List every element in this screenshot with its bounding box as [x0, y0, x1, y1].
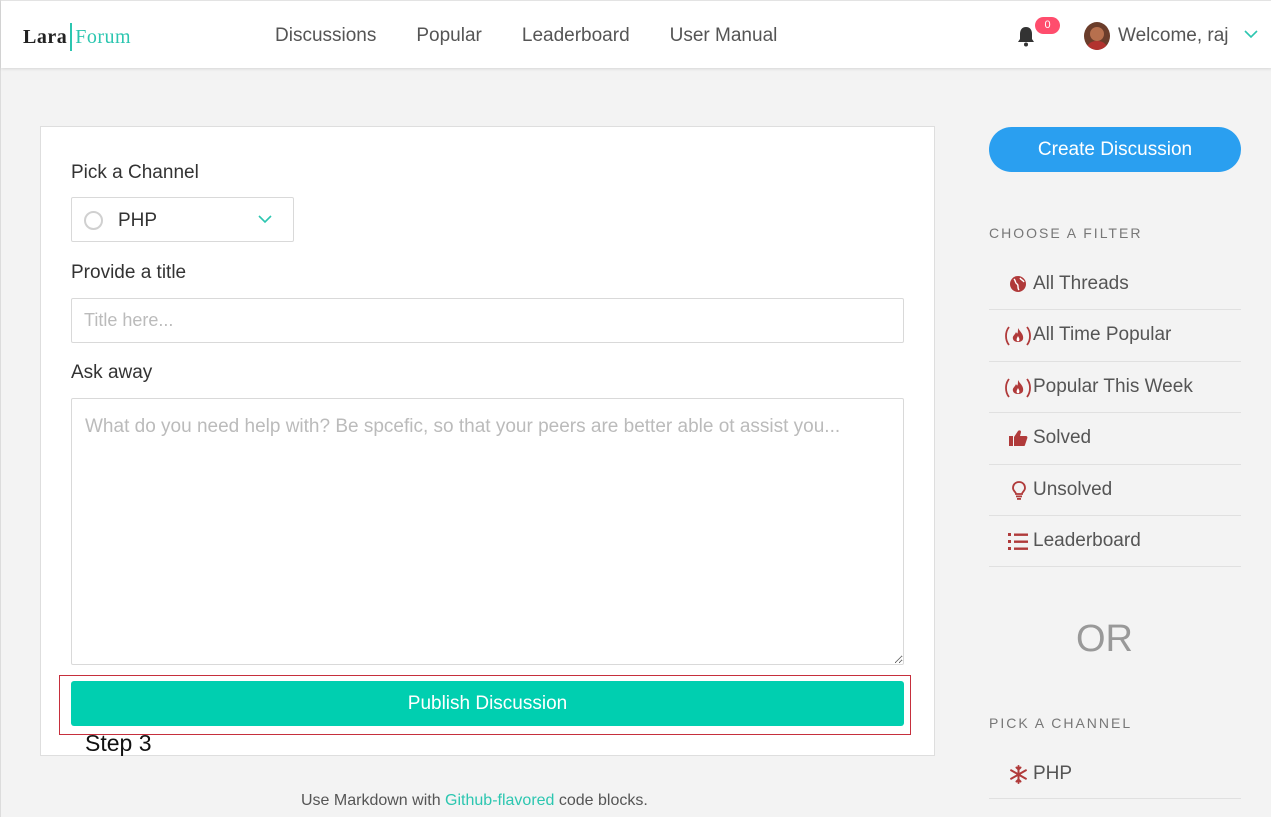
filter-label: Unsolved — [1033, 478, 1113, 500]
or-separator: OR — [1076, 618, 1133, 660]
filter-popular-this-week[interactable]: Popular This Week — [989, 362, 1241, 414]
nav-user-manual[interactable]: User Manual — [670, 25, 778, 47]
chevron-down-icon — [258, 215, 272, 224]
hint-suffix: code blocks. — [554, 792, 648, 809]
filter-label: All Time Popular — [1033, 324, 1172, 346]
title-label: Provide a title — [71, 262, 187, 283]
github-flavored-link[interactable]: Github-flavored — [445, 792, 554, 809]
publish-discussion-button[interactable]: Publish Discussion — [71, 681, 904, 726]
filter-section-title: CHOOSE A FILTER — [989, 225, 1143, 241]
brand-logo[interactable]: Lara Forum — [23, 23, 131, 51]
create-discussion-button[interactable]: Create Discussion — [989, 127, 1241, 172]
filter-label: Leaderboard — [1033, 529, 1141, 551]
chevron-down-icon[interactable] — [1244, 30, 1258, 39]
nav-leaderboard[interactable]: Leaderboard — [522, 25, 630, 47]
create-discussion-form: Pick a Channel PHP Provide a title Ask a… — [40, 126, 935, 756]
bell-icon[interactable] — [1016, 25, 1036, 47]
avatar-shirt — [1086, 41, 1108, 50]
fire-icon — [1005, 378, 1031, 398]
fire-icon — [1005, 326, 1031, 346]
avatar[interactable] — [1084, 22, 1110, 50]
body-label: Ask away — [71, 362, 153, 383]
main-nav: Discussions Popular Leaderboard User Man… — [275, 25, 817, 47]
nav-popular[interactable]: Popular — [416, 25, 482, 47]
title-input[interactable] — [71, 298, 904, 343]
welcome-text[interactable]: Welcome, raj — [1118, 25, 1229, 47]
filter-unsolved[interactable]: Unsolved — [989, 465, 1241, 516]
filter-list: All Threads All Time Popular Popular Thi… — [989, 259, 1241, 568]
hint-prefix: Use Markdown with — [301, 792, 446, 809]
loading-spinner-icon — [84, 211, 103, 230]
brand-part-2: Forum — [75, 25, 132, 48]
step-annotation: Step 3 — [85, 730, 152, 756]
channel-select-value: PHP — [118, 210, 158, 231]
channel-list: PHP — [989, 749, 1241, 799]
notification-badge: 0 — [1035, 17, 1060, 34]
filter-solved[interactable]: Solved — [989, 413, 1241, 465]
filter-label: Solved — [1033, 427, 1092, 449]
channel-select[interactable]: PHP — [71, 197, 294, 242]
channel-item-php[interactable]: PHP — [989, 749, 1241, 799]
top-navbar: Lara Forum Discussions Popular Leaderboa… — [1, 0, 1271, 68]
filter-all-time-popular[interactable]: All Time Popular — [989, 310, 1241, 362]
avatar-face — [1090, 27, 1104, 41]
list-ol-icon — [1008, 532, 1028, 550]
snowflake-icon — [1010, 765, 1027, 784]
channel-label: Pick a Channel — [71, 162, 199, 183]
body-textarea[interactable] — [71, 398, 904, 665]
thumbs-up-icon — [1009, 430, 1028, 447]
channel-section-title: PICK A CHANNEL — [989, 715, 1133, 731]
nav-discussions[interactable]: Discussions — [275, 25, 376, 47]
filter-all-threads[interactable]: All Threads — [989, 259, 1241, 311]
markdown-hint: Use Markdown with Github-flavored code b… — [301, 792, 648, 810]
brand-part-1: Lara — [23, 25, 68, 48]
filter-leaderboard[interactable]: Leaderboard — [989, 516, 1241, 568]
globe-icon — [1010, 276, 1026, 292]
filter-label: Popular This Week — [1033, 375, 1193, 397]
lightbulb-icon — [1012, 480, 1026, 500]
channel-label: PHP — [1033, 763, 1073, 784]
brand-separator — [70, 23, 73, 51]
filter-label: All Threads — [1033, 273, 1129, 294]
